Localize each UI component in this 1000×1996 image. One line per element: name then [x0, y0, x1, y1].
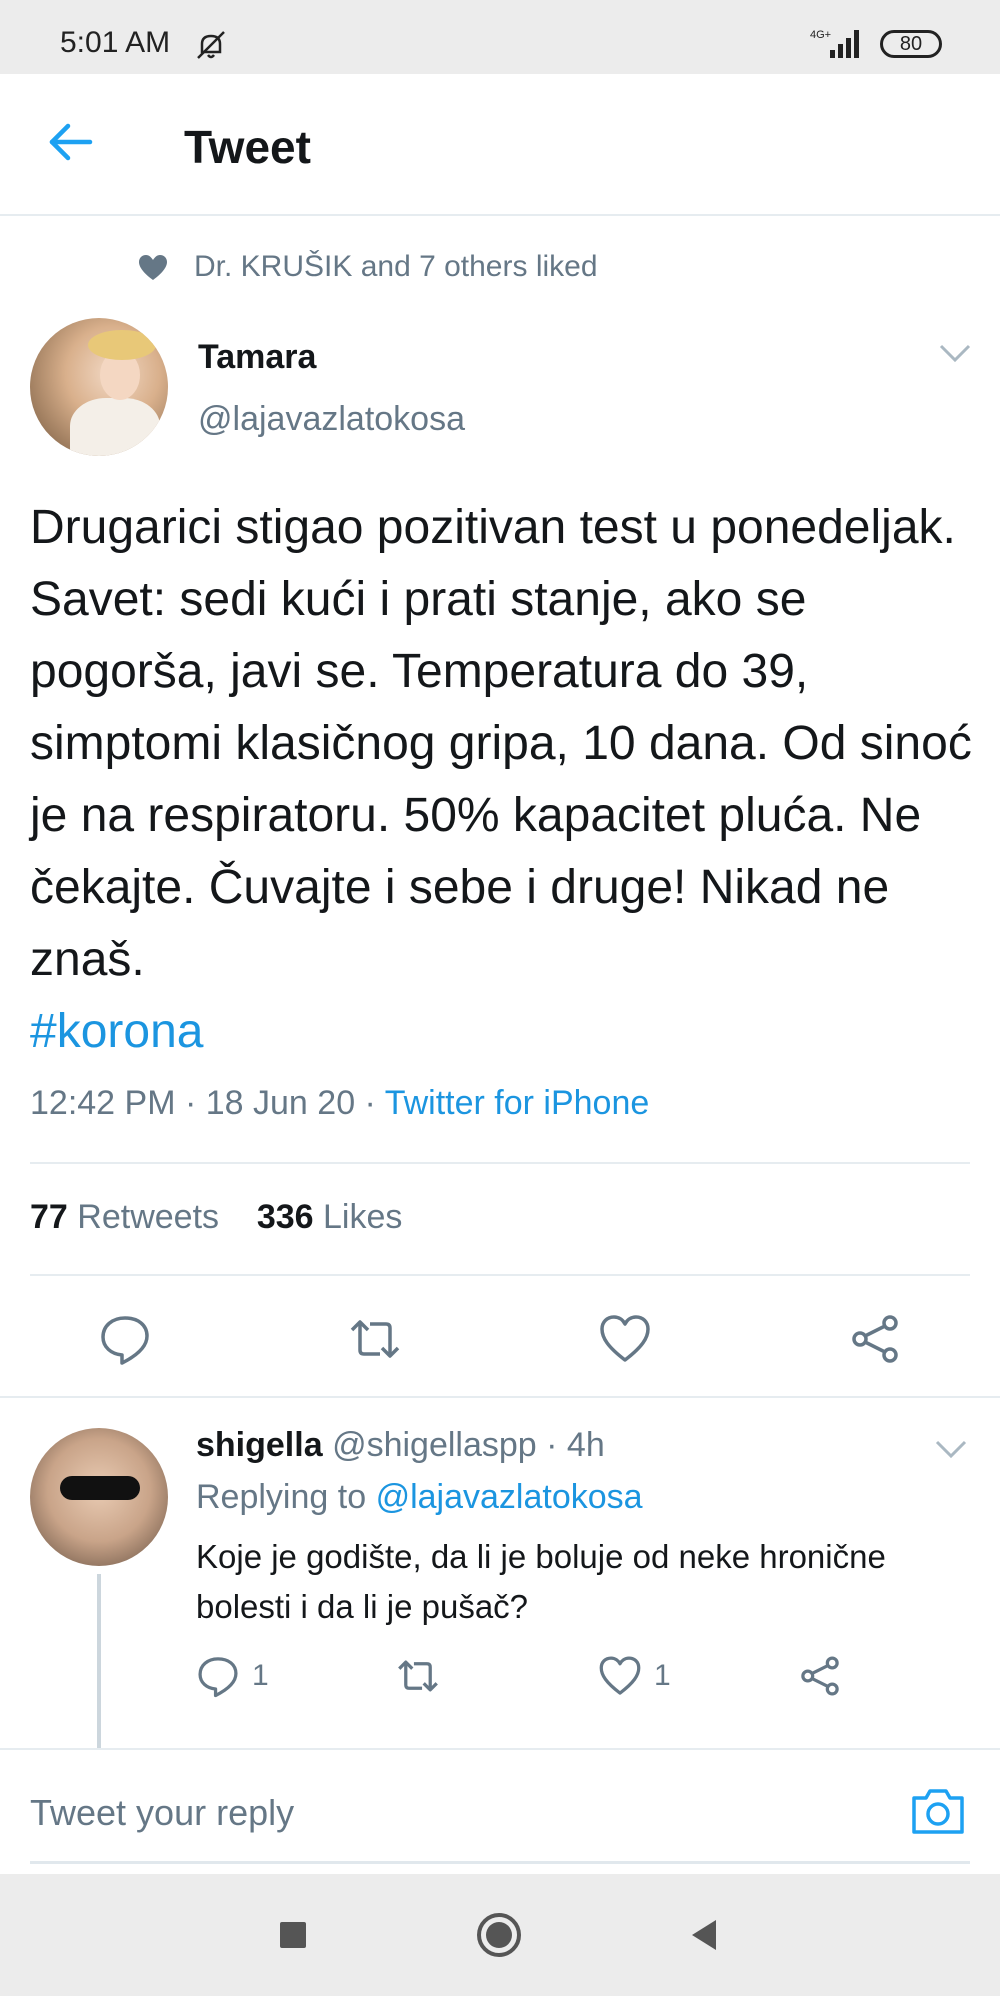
tweet-stats: 77 Retweets 336 Likes	[30, 1198, 402, 1237]
tweet-time: 12:42 PM	[30, 1084, 176, 1122]
retweets-stat[interactable]: 77 Retweets	[30, 1198, 219, 1236]
divider	[30, 1274, 970, 1276]
status-bar: 5:01 AM 4G+ 80	[0, 0, 1000, 74]
reply-text: Koje je godište, da li je boluje od neke…	[196, 1538, 886, 1625]
replying-to: Replying to @lajavazlatokosa	[196, 1478, 643, 1517]
replying-to-mention[interactable]: @lajavazlatokosa	[376, 1478, 643, 1516]
signal-icon: 4G+	[810, 29, 859, 58]
author-avatar[interactable]	[30, 318, 168, 456]
reply-retweet-button[interactable]	[396, 1654, 440, 1698]
reply-input[interactable]: Tweet your reply	[30, 1792, 294, 1834]
heart-icon	[139, 255, 167, 280]
tweet-text-body: Drugarici stigao pozitivan test u ponede…	[30, 501, 972, 986]
like-icon[interactable]	[598, 1312, 652, 1366]
share-icon	[801, 1656, 839, 1696]
retweet-icon[interactable]	[348, 1312, 402, 1366]
status-time: 5:01 AM	[60, 26, 171, 59]
reply-age: 4h	[566, 1426, 605, 1464]
divider	[30, 1162, 970, 1164]
reply-author-name[interactable]: shigella	[196, 1426, 323, 1464]
social-context-text: Dr. KRUŠIK and 7 others liked	[194, 250, 598, 283]
retweet-icon	[398, 1660, 438, 1692]
reply-share-button[interactable]	[798, 1654, 842, 1698]
home-icon[interactable]	[474, 1910, 524, 1960]
reply-reply-count: 1	[252, 1659, 269, 1692]
reply-reply-button[interactable]: 1	[196, 1654, 269, 1698]
replying-to-label: Replying to	[196, 1478, 367, 1516]
camera-icon[interactable]	[910, 1786, 966, 1836]
reply-composer[interactable]: Tweet your reply	[0, 1748, 1000, 1874]
input-underline	[30, 1861, 970, 1864]
chevron-down-icon[interactable]	[938, 342, 972, 364]
app-bar: Tweet	[0, 74, 1000, 216]
tweet-source-link[interactable]: Twitter for iPhone	[385, 1084, 650, 1122]
reply-like-button[interactable]: 1	[598, 1654, 671, 1698]
reply-header: shigella @shigellaspp · 4h	[196, 1426, 605, 1464]
battery-icon: 80	[880, 30, 942, 58]
tweet-meta: 12:42 PM · 18 Jun 20 · Twitter for iPhon…	[30, 1084, 650, 1122]
reply-author-avatar[interactable]	[30, 1428, 168, 1566]
reply-icon	[198, 1657, 238, 1698]
tweet-date: 18 Jun 20	[205, 1084, 356, 1122]
back-icon[interactable]	[680, 1910, 730, 1960]
svg-text:4G+: 4G+	[810, 29, 831, 41]
system-nav-bar	[0, 1874, 1000, 1996]
reply-tweet[interactable]: shigella @shigellaspp · 4h Replying to @…	[0, 1398, 1000, 1752]
author-handle[interactable]: @lajavazlatokosa	[198, 400, 465, 439]
likes-stat[interactable]: 336 Likes	[257, 1198, 403, 1236]
author-name[interactable]: Tamara	[198, 338, 316, 377]
thread-line	[97, 1574, 101, 1752]
notifications-muted-icon	[197, 31, 225, 59]
recents-icon[interactable]	[268, 1910, 318, 1960]
share-icon[interactable]	[848, 1312, 902, 1366]
chevron-down-icon[interactable]	[934, 1438, 968, 1460]
back-arrow-icon[interactable]	[44, 116, 96, 168]
reply-icon[interactable]	[98, 1312, 152, 1366]
page-title: Tweet	[184, 121, 311, 173]
reply-like-count: 1	[654, 1659, 671, 1692]
tweet-text: Drugarici stigao pozitivan test u ponede…	[30, 492, 990, 1068]
like-icon	[599, 1656, 641, 1695]
hashtag-link[interactable]: #korona	[30, 996, 990, 1068]
reply-author-handle[interactable]: @shigellaspp	[332, 1426, 537, 1464]
